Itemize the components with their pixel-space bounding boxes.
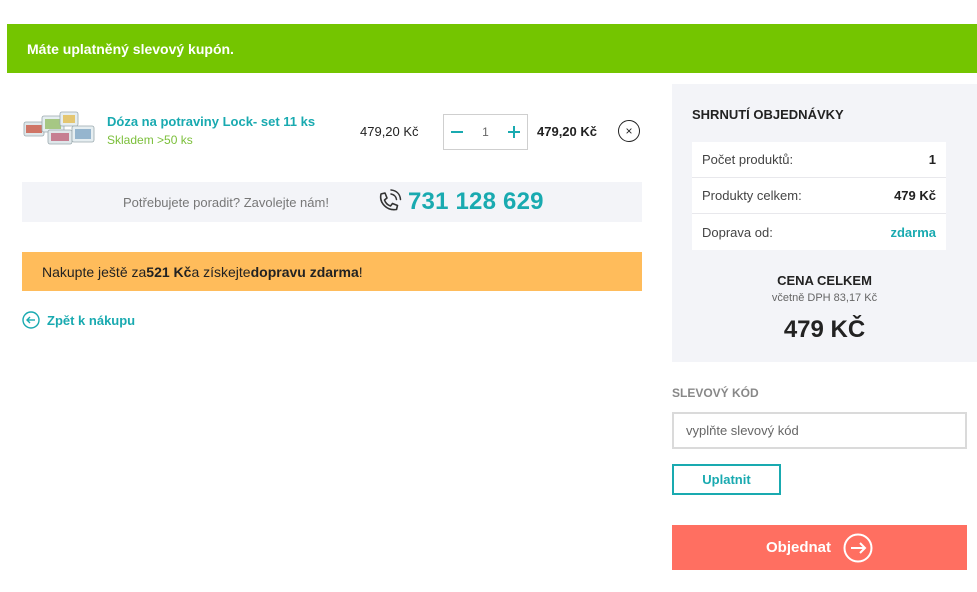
summary-row-label: Produkty celkem: [702, 188, 802, 203]
summary-row-value: 479 Kč [894, 188, 936, 203]
back-to-shopping-link[interactable]: Zpět k nákupu [22, 311, 135, 329]
apply-coupon-label: Uplatnit [702, 472, 751, 487]
summary-row-shipping: Doprava od: zdarma [692, 214, 946, 250]
apply-coupon-button[interactable]: Uplatnit [672, 464, 781, 495]
remove-item-button[interactable]: × [618, 120, 640, 142]
summary-row-products-total: Produkty celkem: 479 Kč [692, 178, 946, 214]
coupon-applied-banner: Máte uplatněný slevový kupón. [7, 24, 977, 73]
place-order-button[interactable]: Objednat [672, 525, 967, 570]
place-order-label: Objednat [765, 539, 831, 556]
coupon-code-label: SLEVOVÝ KÓD [672, 386, 759, 400]
promo-amount: 521 Kč [146, 263, 192, 280]
grand-total-vat: včetně DPH 83,17 Kč [771, 292, 878, 304]
plus-icon [508, 126, 520, 138]
summary-row-label: Doprava od: [702, 224, 773, 240]
coupon-code-input[interactable] [672, 412, 967, 449]
quantity-stepper: 1 [443, 114, 528, 150]
promo-middle: a získejte [191, 263, 251, 280]
back-link-label: Zpět k nákupu [47, 312, 136, 328]
promo-prefix: Nakupte ještě za [42, 263, 147, 280]
increase-quantity-button[interactable] [501, 115, 527, 149]
summary-row-value: zdarma [890, 224, 936, 240]
promo-suffix: ! [358, 263, 363, 280]
help-text: Potřebujete poradit? Zavolejte nám! [123, 195, 329, 210]
close-icon: × [625, 124, 633, 138]
order-summary: SHRNUTÍ OBJEDNÁVKY Počet produktů: 1 Pro… [672, 84, 977, 362]
summary-row-value: 1 [928, 152, 936, 167]
minus-icon [451, 131, 463, 133]
item-total-price: 479,20 Kč [537, 124, 597, 139]
quantity-value[interactable]: 1 [470, 125, 501, 139]
decrease-quantity-button[interactable] [444, 115, 470, 149]
product-thumbnail[interactable] [22, 108, 98, 148]
help-phone-number[interactable]: 731 128 629 [408, 188, 544, 216]
phone-icon [379, 189, 402, 211]
unit-price: 479,20 Kč [360, 124, 419, 139]
summary-row-product-count: Počet produktů: 1 [692, 142, 946, 178]
product-name-link[interactable]: Dóza na potraviny Lock- set 11 ks [107, 114, 315, 129]
grand-total-value: 479 KČ [783, 316, 866, 343]
stock-status: Skladem >50 ks [107, 133, 193, 147]
help-contact-box: Potřebujete poradit? Zavolejte nám! 731 … [22, 182, 642, 222]
arrow-left-circle-icon [22, 311, 40, 329]
summary-row-label: Počet produktů: [702, 152, 794, 167]
cart-item: Dóza na potraviny Lock- set 11 ks Sklade… [22, 108, 644, 154]
banner-text: Máte uplatněný slevový kupón. [27, 40, 234, 57]
summary-title: SHRNUTÍ OBJEDNÁVKY [692, 107, 844, 122]
summary-table: Počet produktů: 1 Produkty celkem: 479 K… [692, 142, 946, 250]
arrow-right-circle-icon [843, 533, 873, 562]
free-shipping-promo: Nakupte ještě za 521 Kč a získejte dopra… [22, 252, 642, 291]
promo-highlight: dopravu zdarma [250, 263, 359, 280]
grand-total-label: CENA CELKEM [777, 273, 872, 288]
